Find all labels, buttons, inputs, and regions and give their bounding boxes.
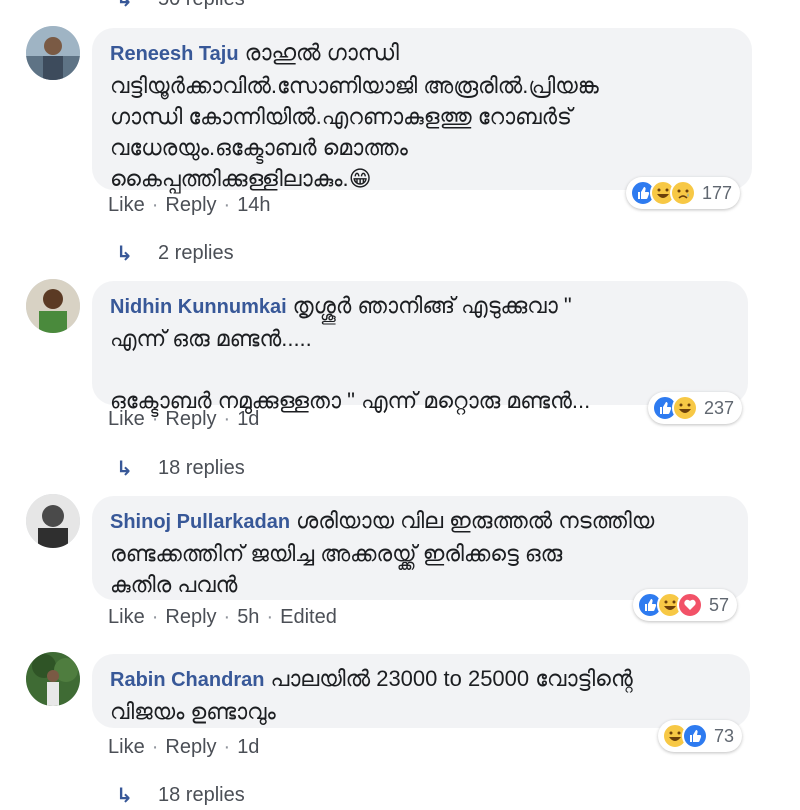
separator-dot: ·	[223, 408, 231, 430]
comment-bubble: Reneesh Taju രാഹുൽ ഗാന്ധി വട്ടിയൂർക്കാവിൽ…	[92, 28, 752, 191]
reply-button[interactable]: Reply	[165, 408, 216, 431]
love-reaction-icon	[677, 592, 703, 618]
like-reaction-icon	[682, 723, 708, 749]
separator-dot: ·	[151, 408, 159, 430]
reactions-summary[interactable]: 237	[648, 392, 743, 424]
comment-actions: Like · Reply · 1d	[108, 736, 259, 759]
avatar[interactable]	[26, 26, 80, 80]
commenter-name[interactable]: Shinoj Pullarkadan	[110, 511, 290, 533]
comment-bubble: Rabin Chandran പാലയിൽ 23000 to 25000 വോട്…	[92, 654, 750, 728]
like-button[interactable]: Like	[108, 408, 145, 431]
reactions-summary[interactable]: 73	[658, 720, 743, 752]
reaction-count: 57	[709, 594, 730, 615]
separator-dot: ·	[223, 194, 231, 216]
reply-button[interactable]: Reply	[165, 606, 216, 629]
comment-bubble: Nidhin Kunnumkai തൃശ്ശൂർ ഞാനിങ്ങ് എടുക്കു…	[92, 281, 748, 413]
edited-label[interactable]: Edited	[280, 606, 337, 629]
comment-actions: Like · Reply · 1d	[108, 408, 259, 431]
avatar-photo	[26, 652, 80, 706]
like-button[interactable]: Like	[108, 606, 145, 629]
separator-dot: ·	[223, 606, 231, 628]
avatar-photo	[26, 494, 80, 548]
commenter-name[interactable]: Nidhin Kunnumkai	[110, 296, 287, 318]
separator-dot: ·	[266, 606, 274, 628]
avatar-photo	[26, 26, 80, 80]
commenter-name[interactable]: Reneesh Taju	[110, 43, 239, 65]
commenter-name[interactable]: Rabin Chandran	[110, 669, 264, 691]
view-replies-top[interactable]: ↳ 50 replies	[116, 0, 245, 14]
comment-actions: Like · Reply · 14h	[108, 194, 271, 217]
reply-button[interactable]: Reply	[165, 194, 216, 217]
comment-timestamp[interactable]: 5h	[237, 606, 259, 629]
like-button[interactable]: Like	[108, 194, 145, 217]
replies-link-label[interactable]: 50 replies	[158, 0, 245, 11]
comment-bubble: Shinoj Pullarkadan ശരിയായ വില ഇരുത്തൽ നടത…	[92, 496, 748, 600]
replies-link-label[interactable]: 18 replies	[158, 784, 245, 807]
reactions-summary[interactable]: 177	[626, 177, 741, 209]
comment-timestamp[interactable]: 1d	[237, 408, 259, 431]
reply-arrow-icon: ↳	[116, 784, 133, 807]
comment-actions: Like · Reply · 5h · Edited	[108, 606, 337, 629]
reaction-count: 177	[702, 182, 733, 203]
replies-link-label[interactable]: 2 replies	[158, 242, 234, 265]
haha-reaction-icon	[672, 395, 698, 421]
reply-arrow-icon: ↳	[116, 457, 133, 480]
reply-arrow-icon: ↳	[116, 242, 133, 265]
separator-dot: ·	[151, 606, 159, 628]
sad-reaction-icon	[670, 180, 696, 206]
view-replies-button[interactable]: ↳ 2 replies	[116, 238, 234, 268]
like-button[interactable]: Like	[108, 736, 145, 759]
reaction-count: 237	[704, 397, 735, 418]
view-replies-button[interactable]: ↳ 18 replies	[116, 453, 245, 483]
separator-dot: ·	[223, 736, 231, 758]
avatar[interactable]	[26, 494, 80, 548]
reply-button[interactable]: Reply	[165, 736, 216, 759]
avatar[interactable]	[26, 279, 80, 333]
avatar[interactable]	[26, 652, 80, 706]
comment-timestamp[interactable]: 1d	[237, 736, 259, 759]
reaction-count: 73	[714, 725, 735, 746]
separator-dot: ·	[151, 194, 159, 216]
replies-link-label[interactable]: 18 replies	[158, 457, 245, 480]
avatar-photo	[26, 279, 80, 333]
separator-dot: ·	[151, 736, 159, 758]
reply-arrow-icon: ↳	[116, 0, 140, 12]
comment-timestamp[interactable]: 14h	[237, 194, 270, 217]
reactions-summary[interactable]: 57	[633, 589, 738, 621]
